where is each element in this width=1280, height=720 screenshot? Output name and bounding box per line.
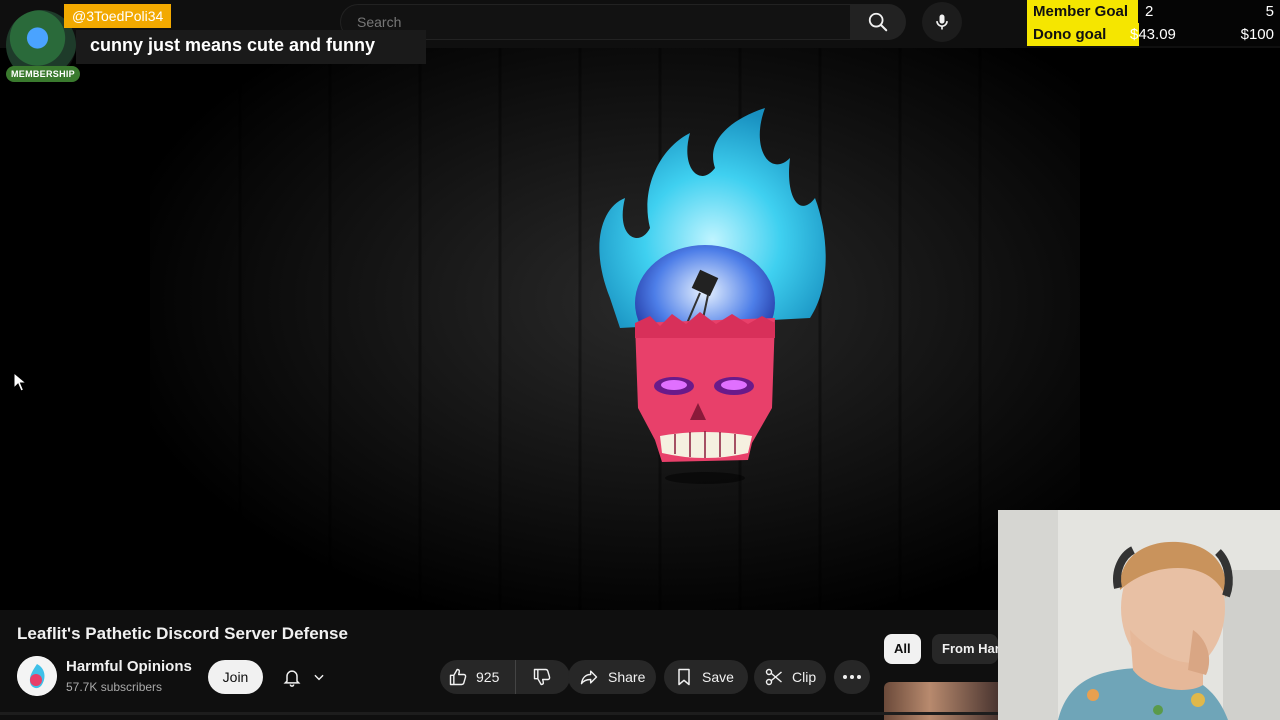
bell-icon — [283, 670, 301, 687]
notification-button[interactable] — [274, 660, 344, 694]
microphone-icon — [936, 14, 948, 30]
clip-label: Clip — [792, 669, 817, 685]
dono-goal: Dono goal $43.09 $100 — [1027, 23, 1280, 46]
share-arrow-icon — [580, 670, 598, 685]
goal-label: Member Goal — [1027, 0, 1135, 23]
video-title: Leaflit's Pathetic Discord Server Defens… — [17, 624, 348, 643]
chip-from-channel[interactable]: From Harmful Opinions — [932, 634, 998, 664]
member-goal: Member Goal 2 5 — [1027, 0, 1280, 23]
membership-alert: MEMBERSHIP @3ToedPoli34 cunny just means… — [0, 0, 430, 86]
bookmark-icon — [678, 668, 690, 686]
like-button[interactable]: 925 — [440, 660, 516, 694]
membership-badge: MEMBERSHIP — [6, 66, 80, 82]
search-icon — [868, 12, 888, 32]
goal-current: $43.09 — [1130, 26, 1176, 43]
join-button[interactable]: Join — [208, 660, 263, 694]
search-button[interactable] — [850, 4, 906, 40]
alert-message: cunny just means cute and funny — [76, 30, 426, 64]
goal-progress-fill — [1135, 0, 1138, 23]
more-horizontal-icon — [843, 675, 861, 679]
subscriber-count: 57.7K subscribers — [66, 680, 163, 694]
webcam-overlay — [998, 510, 1280, 720]
like-dislike-group: 925 — [440, 660, 570, 694]
clip-button[interactable]: Clip — [754, 660, 826, 694]
like-count: 925 — [476, 669, 500, 685]
thumbs-up-icon — [449, 668, 467, 686]
voice-search-button[interactable] — [922, 2, 962, 42]
share-label: Share — [608, 669, 646, 685]
streamer-webcam — [998, 510, 1280, 720]
chip-all[interactable]: All — [884, 634, 921, 664]
more-actions-button[interactable] — [834, 660, 870, 694]
alert-username: @3ToedPoli34 — [64, 4, 172, 28]
goals-overlay: Member Goal 2 5 Dono goal $43.09 $100 — [1027, 0, 1280, 46]
goal-current: 2 — [1145, 3, 1154, 20]
save-button[interactable]: Save — [664, 660, 748, 694]
mouse-cursor-icon — [13, 372, 28, 392]
channel-avatar[interactable] — [17, 656, 57, 696]
channel-name[interactable]: Harmful Opinions — [66, 658, 192, 675]
goal-target: $100 — [1240, 26, 1274, 43]
goal-label: Dono goal — [1027, 23, 1135, 46]
dislike-button[interactable] — [516, 660, 568, 694]
screen: Search MEMBERSHIP @3ToedPoli34 cunny jus… — [0, 0, 1280, 720]
share-button[interactable]: Share — [568, 660, 656, 694]
chevron-down-icon — [314, 674, 324, 681]
divider — [0, 712, 998, 715]
goal-target: 5 — [1265, 3, 1274, 20]
thumbs-down-icon — [533, 668, 551, 686]
channel-logo-icon — [17, 656, 57, 696]
scissors-icon — [765, 668, 782, 686]
save-label: Save — [702, 669, 734, 685]
